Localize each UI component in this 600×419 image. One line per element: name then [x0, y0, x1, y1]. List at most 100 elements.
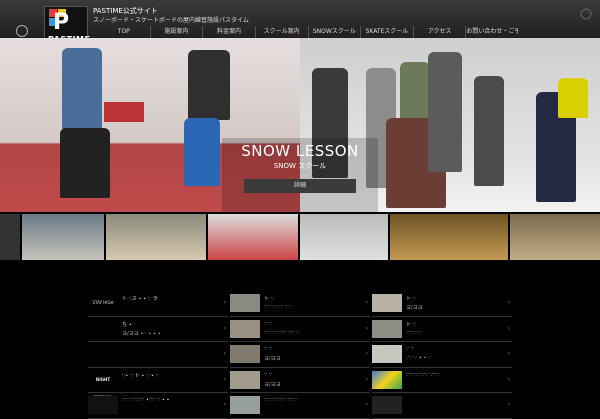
nav-item-school[interactable]: スクール案内 [254, 26, 308, 38]
person-figure [60, 128, 110, 198]
row-title: ち ∙ [122, 321, 132, 328]
site-tagline: スノーボード・スケートボードの屋内練習施設パスタイム [93, 17, 249, 24]
thumbnail[interactable] [390, 214, 508, 260]
row-date: ∵∵∵∵∵∵∵ ∵∵ ∵ [264, 329, 299, 336]
nav-item-access[interactable]: アクセス [412, 26, 466, 38]
list-item[interactable]: ∵∵∵∵∵∵∵ ∙∵∵ ∵ ∙ ∙ › [88, 393, 228, 419]
list-item[interactable]: ト ∵ ∵∵∵∵∵ › [372, 317, 512, 342]
chevron-right-icon: › [507, 324, 510, 332]
list-item[interactable]: ち ∙ ヨ/ヨヨ ∙∵ ∙ ∙ ∙ › [88, 317, 228, 342]
list-item[interactable]: ∵ ∵ ∵∵∵∵∵∵∵ ∵∵ ∵ › [230, 317, 370, 342]
corner-icon[interactable] [580, 8, 592, 20]
row-title: ト ∵ [264, 296, 274, 302]
row-thumbnail [230, 345, 260, 363]
row-logo [88, 345, 118, 363]
row-title: ト ∵ [406, 296, 416, 302]
chevron-right-icon: › [223, 401, 226, 408]
row-logo: NIGHT SESSION [88, 370, 118, 400]
list-item[interactable]: ∵∵∵∵∵∵∵ ∵∵∵ › [372, 368, 512, 393]
chevron-right-icon: › [365, 350, 368, 357]
logo-letter: P [53, 10, 70, 35]
nav-item-contact[interactable]: お問い合わせ・ご予約 [465, 26, 518, 38]
thumbnail[interactable] [300, 214, 388, 260]
row-logo: STAY HIGH [88, 294, 118, 312]
list-item[interactable]: NIGHT SESSION ∵∙ ∵ ト ∙ ∵ ∙ ∵ › [88, 368, 228, 400]
thumbnail[interactable] [106, 214, 206, 260]
list-item[interactable]: ト ∵ ヨ/ヨヨ › [372, 291, 512, 317]
list-item[interactable]: ∵ ∵ ヨ/ヨヨ › [230, 342, 370, 368]
row-title: ト ∵ [406, 321, 416, 328]
row-logo [88, 319, 118, 338]
row-thumbnail [372, 370, 402, 389]
row-thumbnail [230, 370, 260, 389]
thumbnail[interactable] [510, 214, 600, 260]
row-thumbnail [372, 294, 402, 312]
row-title: ト ∵ス ∙ ∙ ∵ ラ [122, 296, 158, 302]
person-figure [184, 118, 220, 186]
row-title: ∵ ∵ [264, 371, 272, 378]
person-figure [428, 52, 462, 172]
chevron-right-icon: › [507, 401, 510, 408]
hero-subtitle: SNOW スクール [273, 162, 327, 170]
row-date: ∵∵ ∵ ∙ ∙ ∵ [406, 355, 432, 361]
prop [104, 102, 144, 122]
thumbnail[interactable] [0, 214, 20, 260]
row-logo [88, 396, 118, 414]
hero-title: SNOW LESSON [241, 142, 359, 160]
thumbnail[interactable] [22, 214, 104, 260]
global-nav: TOP 施設案内 料金案内 スクール案内 SNOWスクール SKATEスクール … [98, 26, 518, 38]
chevron-right-icon: › [223, 324, 226, 332]
chevron-right-icon: › [365, 375, 368, 383]
list-item[interactable]: ト ∵ ∵∵∵∵∵∵ ∵∵ › [230, 291, 370, 317]
row-thumbnail [372, 345, 402, 363]
chevron-right-icon: › [507, 299, 510, 306]
row-thumbnail [372, 319, 402, 338]
chevron-right-icon: › [223, 375, 226, 383]
person-figure [558, 78, 588, 118]
row-title: ∵∵∵∵∵∵∵ ∙∵∵ ∵ ∙ ∙ [122, 397, 170, 403]
list-item[interactable]: STAY HIGH ト ∵ス ∙ ∙ ∵ ラ › [88, 291, 228, 317]
hero-slider[interactable]: SNOW LESSON SNOW スクール 詳細 [0, 38, 600, 212]
list-item[interactable]: › [88, 342, 228, 368]
row-date: ヨ/ヨヨ [264, 381, 281, 388]
nav-item-snow-school[interactable]: SNOWスクール [307, 26, 361, 38]
thumbnail[interactable] [208, 214, 298, 260]
list-item[interactable]: › [372, 393, 512, 419]
chevron-right-icon: › [365, 324, 368, 332]
nav-item-skate-school[interactable]: SKATEスクール [360, 26, 413, 38]
row-thumbnail [230, 396, 260, 414]
row-date: ヨ/ヨヨ ∙∵ ∙ ∙ ∙ [122, 330, 161, 337]
nav-item-price[interactable]: 料金案内 [202, 26, 255, 38]
person-figure [474, 76, 504, 186]
chevron-right-icon: › [507, 350, 510, 357]
chevron-right-icon: › [365, 401, 368, 408]
news-list-left: STAY HIGH ト ∵ス ∙ ∙ ∵ ラ › ち ∙ ヨ/ヨヨ ∙∵ ∙ ∙… [88, 291, 228, 419]
nav-item-top[interactable]: TOP [98, 26, 150, 38]
list-item[interactable]: ∵∵∵∵∵∵∵ ∵∵∵ › [230, 393, 370, 419]
row-thumbnail [230, 319, 260, 338]
news-list-right: ト ∵ ヨ/ヨヨ › ト ∵ ∵∵∵∵∵ › ∵ ∵ ∵∵ ∵ ∙ ∙ ∵ › … [372, 291, 512, 419]
circle-icon [16, 25, 28, 37]
thumbnail-strip [0, 214, 600, 260]
chevron-right-icon: › [223, 299, 226, 306]
news-list-center: ト ∵ ∵∵∵∵∵∵ ∵∵ › ∵ ∵ ∵∵∵∵∵∵∵ ∵∵ ∵ › ∵ ∵ ヨ… [230, 291, 370, 419]
person-figure [62, 48, 102, 130]
row-title: ∵∙ ∵ ト ∙ ∵ ∙ ∵ [122, 372, 159, 379]
row-date: ヨ/ヨヨ [264, 356, 281, 362]
chevron-right-icon: › [507, 375, 510, 383]
row-thumbnail [372, 396, 402, 414]
row-date: ∵∵∵∵∵∵ ∵∵ [264, 304, 292, 310]
row-title: ∵ ∵ [264, 346, 272, 352]
row-title: ∵∵∵∵∵∵∵ ∵∵∵ [406, 371, 440, 378]
row-date: ∵∵∵∵∵ [406, 329, 422, 336]
list-item[interactable]: ∵ ∵ ∵∵ ∵ ∙ ∙ ∵ › [372, 342, 512, 368]
chevron-right-icon: › [223, 350, 226, 357]
row-date: ヨ/ヨヨ [406, 305, 423, 311]
list-item[interactable]: ∵ ∵ ヨ/ヨヨ › [230, 368, 370, 393]
row-thumbnail [230, 294, 260, 312]
nav-item-facility[interactable]: 施設案内 [149, 26, 203, 38]
chevron-right-icon: › [365, 299, 368, 306]
row-title: ∵ ∵ [406, 346, 414, 352]
row-title: ∵∵∵∵∵∵∵ ∵∵∵ [264, 397, 298, 403]
hero-detail-button[interactable]: 詳細 [244, 179, 356, 193]
